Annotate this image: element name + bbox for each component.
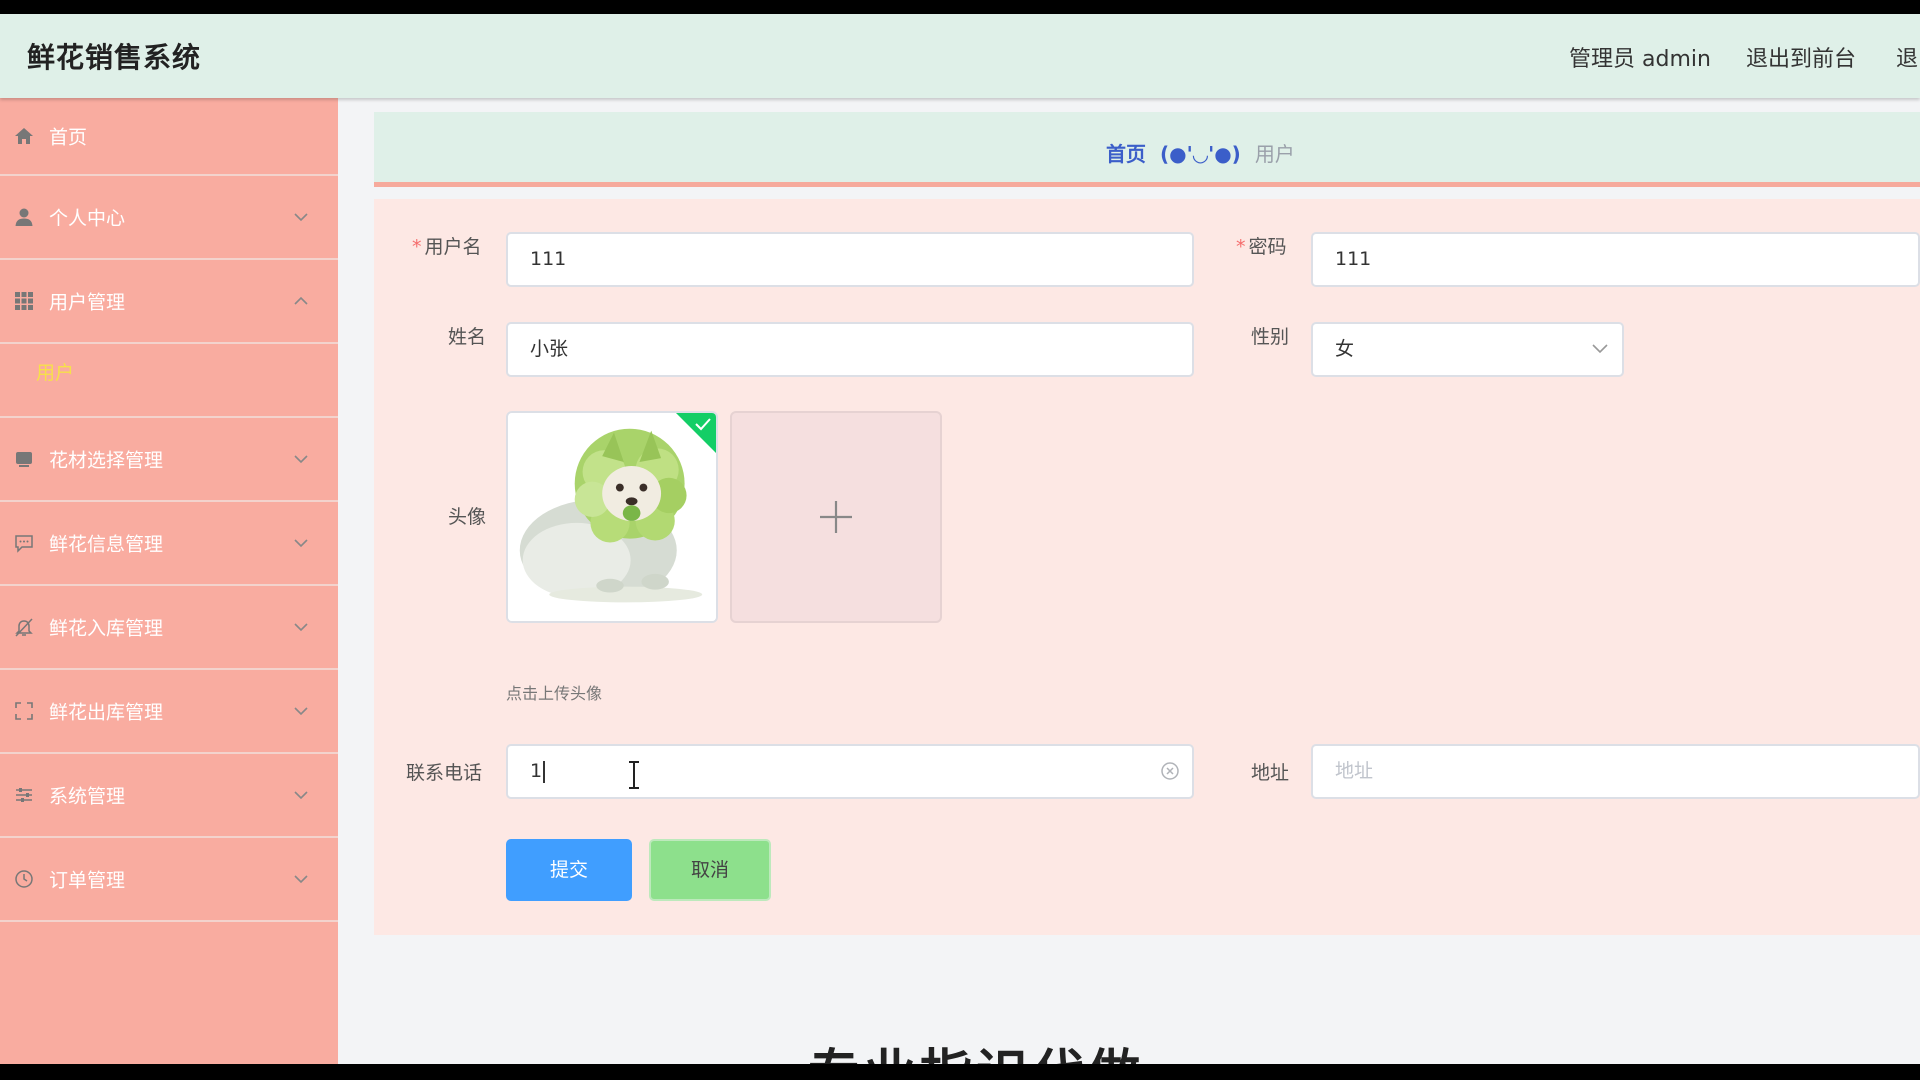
required-asterisk: * [412,236,422,258]
sidebar-item-stock-in-management[interactable]: 鲜花入库管理 [0,586,338,670]
name-label: 姓名 [448,326,487,348]
sidebar-item-label: 鲜花信息管理 [49,533,164,556]
username-field[interactable]: 111 [506,232,1194,287]
box-icon [14,449,34,469]
sidebar-item-user-management[interactable]: 用户管理 [0,260,338,344]
chevron-down-icon [294,454,308,464]
phone-field-value: 1 [530,760,543,782]
name-field[interactable]: 小张 [506,322,1194,377]
sidebar-item-system-management[interactable]: 系统管理 [0,754,338,838]
sidebar-item-label: 系统管理 [49,785,126,808]
fullscreen-icon [14,701,34,721]
home-icon [14,126,34,146]
bell-off-icon [14,617,34,637]
breadcrumb-trail: 首页 (●'◡'●) 用户 [1106,138,1295,167]
sidebar: 首页 个人中心 用户管理 用户 花材选择管理 鲜花信息管理 鲜花入库管理 鲜花出… [0,98,338,1064]
current-user-label: 管理员 admin [1569,47,1711,72]
sidebar-item-material-management[interactable]: 花材选择管理 [0,418,338,502]
breadcrumb: 首页 (●'◡'●) 用户 [374,112,1920,187]
gender-select-value: 女 [1335,338,1355,360]
sidebar-item-label: 用户管理 [49,291,126,314]
grid-icon [14,291,34,311]
breadcrumb-home-link[interactable]: 首页 [1106,142,1146,166]
user-icon [14,207,34,227]
chevron-up-icon [294,296,308,306]
gender-label: 性别 [1251,326,1290,348]
submit-button[interactable]: 提交 [506,839,632,901]
app-screen: 鲜花销售系统 管理员 admin 退出到前台 退出 首页 个人中心 用户管理 [0,14,1920,1064]
breadcrumb-current: 用户 [1254,142,1295,166]
password-label-text: 密码 [1248,236,1287,258]
sidebar-item-home[interactable]: 首页 [0,98,338,176]
chevron-down-icon [294,538,308,548]
avatar-upload-hint: 点击上传头像 [506,684,603,703]
plus-icon [818,499,854,535]
sidebar-item-flower-info-management[interactable]: 鲜花信息管理 [0,502,338,586]
sidebar-item-order-management[interactable]: 订单管理 [0,838,338,922]
sidebar-item-label: 个人中心 [49,207,126,230]
avatar-label: 头像 [448,506,487,528]
top-header: 鲜花销售系统 管理员 admin 退出到前台 退出 [0,14,1920,98]
username-label: * 用户名 [412,232,482,259]
back-to-front-link[interactable]: 退出到前台 [1746,41,1856,73]
address-label: 地址 [1251,762,1290,784]
chevron-down-icon [294,874,308,884]
text-cursor-icon [626,760,642,790]
message-icon [14,533,34,553]
chevron-down-icon [294,706,308,716]
address-field[interactable]: 地址 [1311,744,1920,799]
chevron-down-icon [294,790,308,800]
clock-icon [14,869,34,889]
chevron-down-icon [294,622,308,632]
chevron-down-icon [1592,344,1608,354]
logout-link[interactable]: 退出 [1896,41,1920,73]
chevron-down-icon [294,212,308,222]
overlay-caption: 专业指识代做 [808,1032,1144,1064]
sidebar-item-label: 花材选择管理 [49,449,164,472]
sidebar-item-label: 订单管理 [49,869,126,892]
app-title: 鲜花销售系统 [27,41,202,74]
sidebar-item-personal-center[interactable]: 个人中心 [0,176,338,260]
avatar-upload-button[interactable] [730,411,942,623]
sidebar-subitem-label: 用户 [36,362,75,384]
clear-icon[interactable] [1160,761,1180,781]
text-caret [543,760,546,783]
sidebar-item-label: 首页 [49,126,88,149]
avatar-preview[interactable] [506,411,718,623]
cancel-button[interactable]: 取消 [649,839,771,901]
password-label: * 密码 [1236,232,1287,259]
username-label-text: 用户名 [424,236,482,258]
sidebar-item-label: 鲜花出库管理 [49,701,164,724]
sidebar-item-stock-out-management[interactable]: 鲜花出库管理 [0,670,338,754]
sidebar-subitem-users[interactable]: 用户 [0,344,338,418]
phone-field[interactable]: 1 [506,744,1194,799]
check-icon [694,415,712,433]
sidebar-item-label: 鲜花入库管理 [49,617,164,640]
required-asterisk: * [1236,236,1246,258]
password-field[interactable]: 111 [1311,232,1920,287]
phone-label: 联系电话 [406,762,483,784]
sliders-icon [14,785,34,805]
gender-select[interactable]: 女 [1311,322,1624,377]
breadcrumb-separator: (●'◡'●) [1160,142,1241,166]
